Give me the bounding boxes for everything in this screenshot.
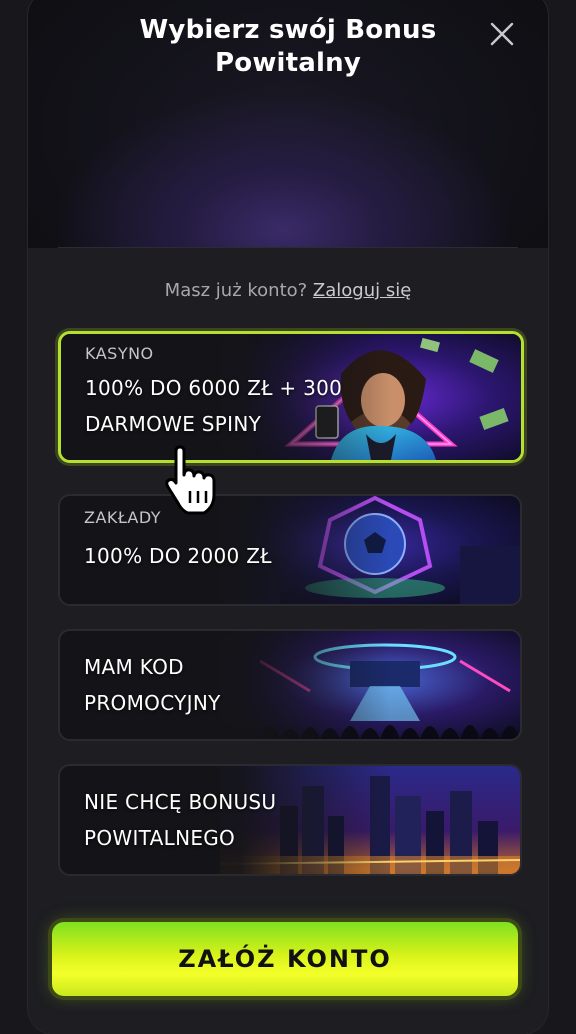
- modal-title: Wybierz swój Bonus Powitalny: [98, 14, 478, 80]
- option-card-promo-code[interactable]: MAM KOD PROMOCYJNY: [58, 629, 522, 741]
- close-icon: [490, 22, 514, 46]
- modal-title-line2: Powitalny: [215, 48, 361, 78]
- option-title-no-bonus: NIE CHCĘ BONUSU POWITALNEGO: [84, 784, 276, 856]
- option-title-sports: 100% DO 2000 ZŁ: [84, 538, 272, 574]
- option-label-sports: ZAKŁADY: [84, 508, 162, 527]
- option-label-casino: KASYNO: [85, 344, 154, 363]
- option-card-sports[interactable]: ZAKŁADY 100% DO 2000 ZŁ: [58, 494, 522, 606]
- option-line-2: POWITALNEGO: [84, 826, 236, 850]
- option-line-1: 100% DO 2000 ZŁ: [84, 544, 272, 568]
- option-title-promo-code: MAM KOD PROMOCYJNY: [84, 649, 221, 721]
- create-account-button[interactable]: ZAŁÓŻ KONTO: [52, 922, 518, 996]
- option-line-1: NIE CHCĘ BONUSU: [84, 790, 277, 814]
- login-link[interactable]: Zaloguj się: [313, 280, 411, 301]
- option-title-casino: 100% DO 6000 ZŁ + 300 DARMOWE SPINY: [85, 370, 342, 442]
- option-card-no-bonus[interactable]: NIE CHCĘ BONUSU POWITALNEGO: [58, 764, 522, 876]
- login-prompt-row: Masz już konto? Zaloguj się: [28, 280, 548, 301]
- login-prompt-text: Masz już konto?: [164, 280, 308, 301]
- close-button[interactable]: [488, 20, 516, 48]
- option-line-2: PROMOCYJNY: [84, 691, 221, 715]
- option-line-1: MAM KOD: [84, 655, 184, 679]
- welcome-bonus-modal: Wybierz swój Bonus Powitalny Masz już ko…: [28, 0, 548, 1034]
- modal-title-line1: Wybierz swój Bonus: [139, 15, 437, 45]
- option-line-1: 100% DO 6000 ZŁ + 300: [85, 376, 343, 400]
- option-card-casino[interactable]: KASYNO 100% DO 6000 ZŁ + 300 DARMOWE SPI…: [58, 331, 524, 463]
- hand-pointer-icon: [165, 445, 216, 515]
- option-line-2: DARMOWE SPINY: [85, 412, 262, 436]
